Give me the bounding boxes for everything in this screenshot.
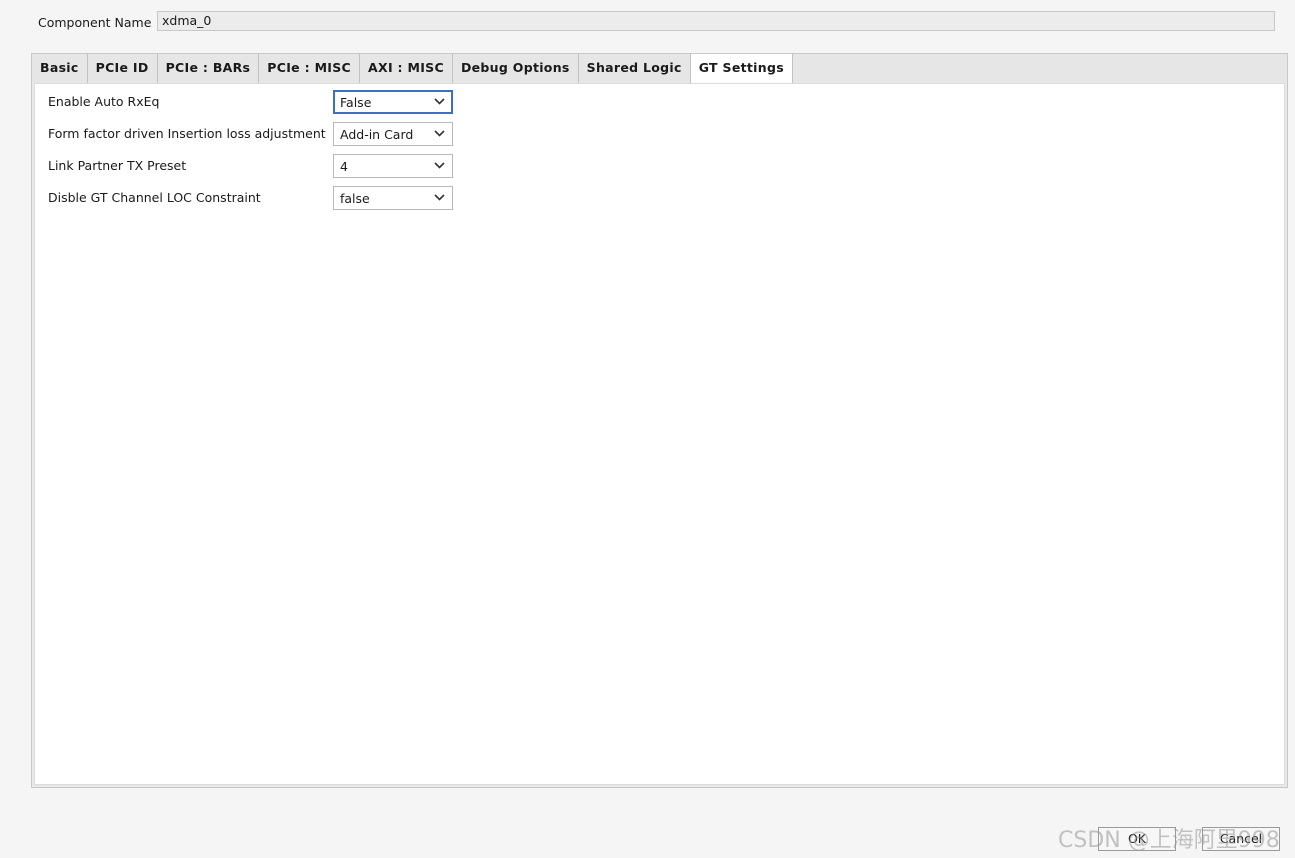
gt-settings-page: Enable Auto RxEq False Form factor drive… [34, 83, 1285, 785]
tab-basic[interactable]: Basic [32, 54, 88, 83]
link-partner-tx-preset-label: Link Partner TX Preset [48, 158, 187, 173]
form-factor-label: Form factor driven Insertion loss adjust… [48, 126, 326, 141]
tab-debug-options[interactable]: Debug Options [453, 54, 579, 83]
chevron-down-icon [434, 162, 445, 169]
tab-bar: Basic PCIe ID PCIe : BARs PCIe : MISC AX… [32, 54, 1287, 83]
enable-auto-rxeq-value: False [340, 95, 372, 110]
tab-pcie-bars[interactable]: PCIe : BARs [158, 54, 260, 83]
form-factor-select[interactable]: Add-in Card [333, 122, 453, 146]
form-factor-value: Add-in Card [340, 127, 414, 142]
component-name-input[interactable]: xdma_0 [157, 11, 1275, 31]
link-partner-tx-preset-value: 4 [340, 159, 348, 174]
tab-pcie-misc[interactable]: PCIe : MISC [259, 54, 361, 83]
tab-pcie-id[interactable]: PCIe ID [88, 54, 158, 83]
tab-shared-logic[interactable]: Shared Logic [579, 54, 691, 83]
tab-panel: Basic PCIe ID PCIe : BARs PCIe : MISC AX… [31, 53, 1288, 788]
ok-button[interactable]: OK [1098, 827, 1176, 851]
disable-gt-loc-label: Disble GT Channel LOC Constraint [48, 190, 261, 205]
disable-gt-loc-value: false [340, 191, 370, 206]
chevron-down-icon [434, 130, 445, 137]
enable-auto-rxeq-label: Enable Auto RxEq [48, 94, 160, 109]
enable-auto-rxeq-select[interactable]: False [333, 90, 453, 114]
chevron-down-icon [434, 98, 445, 105]
disable-gt-loc-select[interactable]: false [333, 186, 453, 210]
chevron-down-icon [434, 194, 445, 201]
customize-ip-dialog: Component Name xdma_0 Basic PCIe ID PCIe… [0, 0, 1295, 858]
tab-axi-misc[interactable]: AXI : MISC [360, 54, 453, 83]
link-partner-tx-preset-select[interactable]: 4 [333, 154, 453, 178]
component-name-label: Component Name [38, 15, 152, 30]
cancel-button[interactable]: Cancel [1202, 827, 1280, 851]
tab-gt-settings[interactable]: GT Settings [690, 54, 793, 83]
